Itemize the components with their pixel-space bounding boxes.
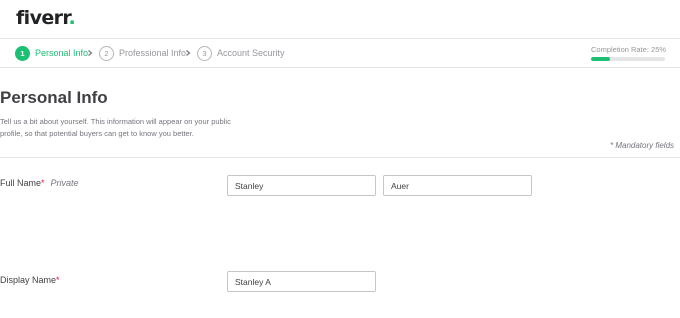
step-account-security[interactable]: 3 Account Security bbox=[197, 45, 285, 61]
required-asterisk: * bbox=[56, 275, 60, 285]
mandatory-fields-note: * Mandatory fields bbox=[610, 141, 675, 150]
fiverr-logo[interactable]: fiverr. bbox=[16, 7, 76, 29]
required-asterisk: * bbox=[41, 178, 45, 188]
last-name-input[interactable] bbox=[383, 175, 532, 196]
chevron-right-icon bbox=[186, 50, 191, 56]
full-name-label-text: Full Name bbox=[0, 178, 42, 188]
step-number-3: 3 bbox=[197, 45, 212, 61]
display-name-input[interactable] bbox=[227, 271, 376, 292]
step-label-professional-info: Professional Info bbox=[119, 48, 187, 58]
display-name-label: Display Name* bbox=[0, 275, 60, 285]
private-tag: Private bbox=[50, 178, 79, 188]
step-number-2: 2 bbox=[99, 45, 114, 61]
logo-dot: . bbox=[68, 7, 76, 29]
step-label-personal-info: Personal Info bbox=[35, 48, 89, 58]
step-number-1: 1 bbox=[15, 45, 30, 61]
display-name-label-text: Display Name bbox=[0, 275, 57, 285]
step-personal-info[interactable]: 1 Personal Info bbox=[15, 45, 88, 61]
page-intro-text: Tell us a bit about yourself. This infor… bbox=[0, 117, 231, 138]
completion-progress-bar bbox=[591, 57, 665, 61]
section-divider bbox=[0, 157, 680, 158]
progress-steps-bar: 1 Personal Info 2 Professional Info 3 Ac… bbox=[0, 39, 680, 68]
top-header: fiverr. bbox=[0, 0, 680, 39]
chevron-right-icon bbox=[88, 50, 93, 56]
completion-progress-fill bbox=[591, 57, 610, 61]
step-label-account-security: Account Security bbox=[217, 48, 285, 58]
full-name-label: Full Name* Private bbox=[0, 178, 79, 188]
page-title: Personal Info bbox=[0, 88, 108, 107]
first-name-input[interactable] bbox=[227, 175, 376, 196]
completion-rate-label: Completion Rate: 25% bbox=[591, 45, 667, 54]
logo-text: fiverr bbox=[16, 7, 69, 29]
step-professional-info[interactable]: 2 Professional Info bbox=[99, 45, 186, 61]
